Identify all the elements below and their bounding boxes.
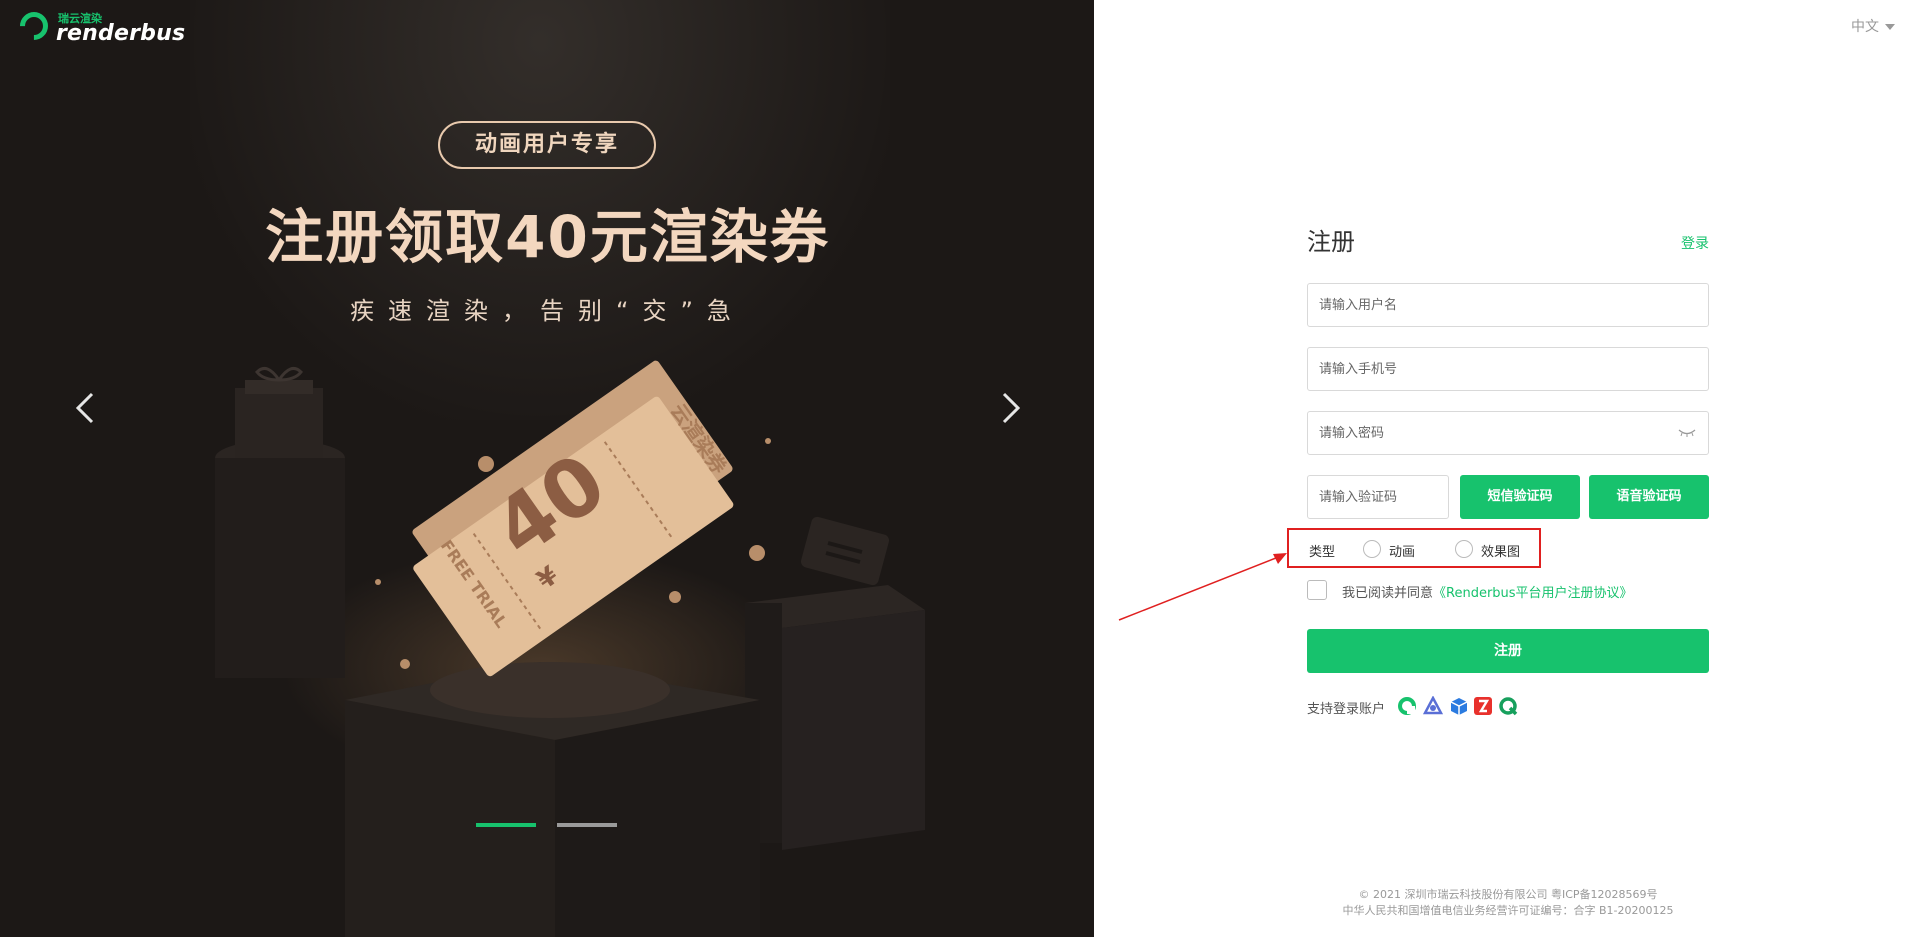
login-link[interactable]: 登录 (1681, 233, 1709, 253)
promo-headline: 注册领取40元渲染券 (265, 203, 830, 271)
cube-login-icon[interactable] (1449, 696, 1469, 716)
voice-code-button[interactable]: 语音验证码 (1589, 475, 1709, 519)
promo-pill: 动画用户专享 (438, 121, 656, 169)
radio-rendering-label[interactable]: 效果图 (1481, 541, 1520, 560)
agreement-prefix: 我已阅读并同意 (1342, 586, 1434, 601)
user-type-label: 类型 (1309, 545, 1336, 560)
carousel-prev-button[interactable] (66, 388, 106, 428)
verification-code-field[interactable] (1307, 475, 1449, 519)
username-input[interactable] (1308, 284, 1708, 326)
carousel-next-button[interactable] (990, 388, 1030, 428)
logo-text: renderbus (56, 21, 186, 46)
register-button[interactable]: 注册 (1307, 629, 1709, 673)
promo-banner: 40 ¥ FREE TRIAL 云渲染券 瑞云渲染 renderbus 动画用户… (0, 0, 1094, 937)
form-title: 注册 (1307, 228, 1355, 256)
agreement-link[interactable]: 《Renderbus平台用户注册协议》 (1433, 586, 1633, 601)
carousel-indicators (476, 823, 618, 827)
footer-license: 中华人民共和国增值电信业务经营许可证编号：合字 B1-20200125 (1342, 904, 1674, 917)
language-label: 中文 (1851, 19, 1879, 35)
red-badge-login-icon[interactable] (1473, 696, 1493, 716)
language-selector[interactable]: 中文 (1851, 16, 1895, 36)
radio-rendering[interactable] (1455, 540, 1473, 558)
renderbus-logo[interactable]: 瑞云渲染 renderbus (14, 6, 190, 46)
chevron-left-icon (75, 392, 94, 424)
username-field[interactable] (1307, 283, 1709, 327)
password-field[interactable] (1307, 411, 1709, 455)
annotation-arrow (1118, 553, 1287, 621)
footer-copyright: © 2021 深圳市瑞云科技股份有限公司 粤ICP备12028569号 (1358, 888, 1658, 901)
agreement-checkbox[interactable] (1307, 580, 1327, 600)
support-label: 支持登录账户 (1307, 702, 1386, 717)
third-party-login: 支持登录账户 (1307, 694, 1607, 718)
caret-down-icon (1885, 24, 1895, 30)
q-login-icon[interactable] (1498, 696, 1518, 716)
carousel-dot-1[interactable] (476, 823, 536, 827)
phone-input[interactable] (1308, 348, 1708, 390)
page-footer: © 2021 深圳市瑞云科技股份有限公司 粤ICP备12028569号 中华人民… (1307, 887, 1709, 919)
sms-code-button[interactable]: 短信验证码 (1460, 475, 1580, 519)
foxrenderfarm-login-icon[interactable] (1423, 696, 1443, 716)
logo-icon (14, 6, 54, 46)
carousel-dot-2[interactable] (557, 823, 617, 827)
renderbus-login-icon[interactable] (1397, 696, 1417, 716)
promo-subline: 疾速渲染，告别“交”急 (350, 297, 745, 325)
chevron-right-icon (1002, 392, 1021, 424)
password-input[interactable] (1308, 412, 1708, 454)
radio-animation[interactable] (1363, 540, 1381, 558)
verification-code-input[interactable] (1308, 476, 1448, 518)
phone-field[interactable] (1307, 347, 1709, 391)
user-type-group: 类型 动画 效果图 (1287, 528, 1541, 568)
eye-closed-icon[interactable] (1678, 427, 1696, 439)
radio-animation-label[interactable]: 动画 (1389, 541, 1415, 560)
agreement-text: 我已阅读并同意《Renderbus平台用户注册协议》 (1342, 582, 1633, 601)
